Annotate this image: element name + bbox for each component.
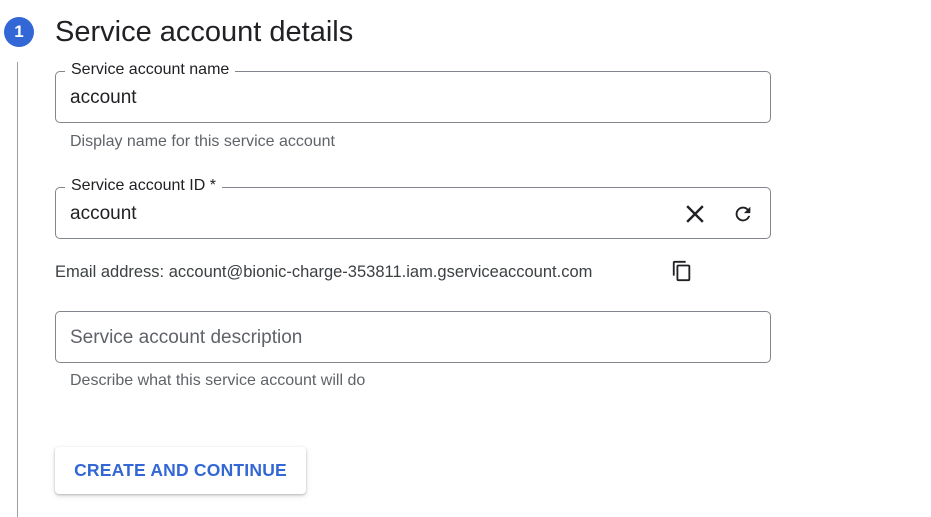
service-account-id-field[interactable]: Service account ID * account <box>55 176 771 239</box>
step-rail-divider <box>17 62 18 517</box>
service-account-description-placeholder: Service account description <box>70 327 303 348</box>
service-account-description-hint: Describe what this service account will … <box>70 372 366 389</box>
email-address-text: Email address: account@bionic-charge-353… <box>55 263 593 281</box>
service-account-id-label: Service account ID * <box>65 176 222 196</box>
copy-icon[interactable] <box>668 257 696 285</box>
service-account-id-input[interactable]: account <box>70 202 137 226</box>
step-number-badge: 1 <box>4 17 34 47</box>
refresh-icon[interactable] <box>729 200 757 228</box>
service-account-name-label: Service account name <box>65 60 236 80</box>
step-title: Service account details <box>55 16 354 48</box>
create-and-continue-button[interactable]: CREATE AND CONTINUE <box>55 447 306 494</box>
service-account-step: 1 Service account details Service accoun… <box>0 0 931 517</box>
service-account-description-field[interactable]: Service account description <box>55 311 771 363</box>
close-icon[interactable] <box>681 200 709 228</box>
service-account-name-field[interactable]: Service account name account <box>55 60 771 123</box>
service-account-name-input[interactable]: account <box>70 86 137 110</box>
service-account-name-hint: Display name for this service account <box>70 133 335 150</box>
